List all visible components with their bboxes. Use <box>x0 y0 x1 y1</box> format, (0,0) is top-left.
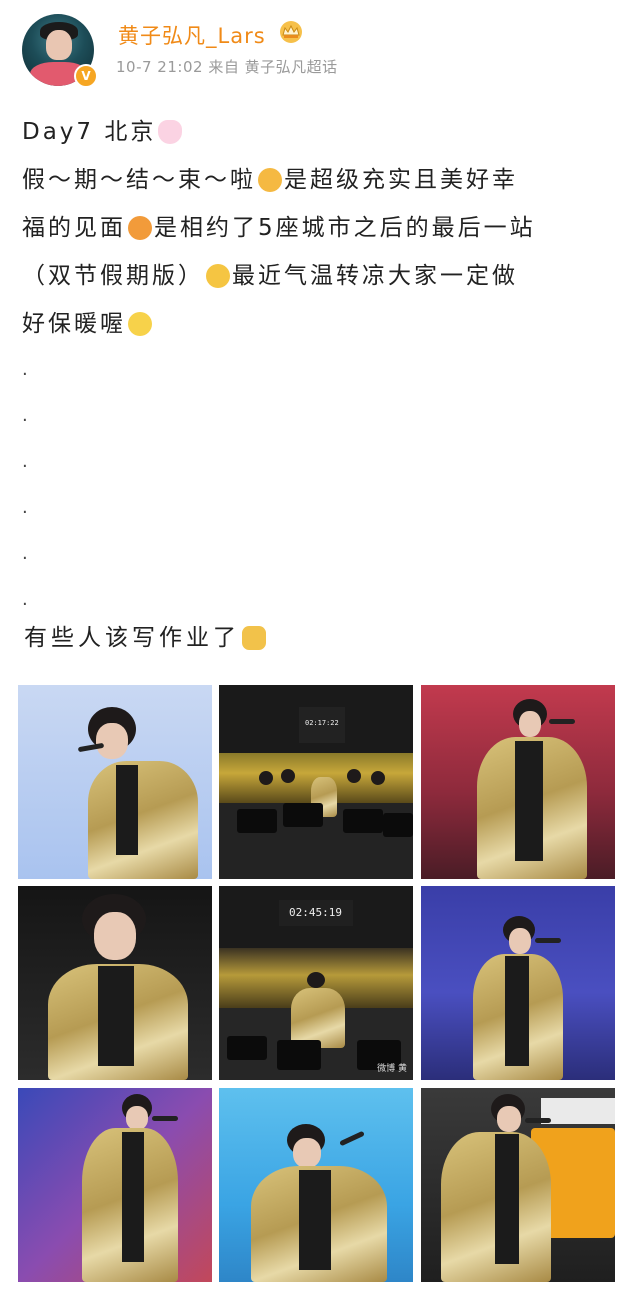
photo-figure-face <box>509 928 531 954</box>
stage-speaker <box>283 803 323 827</box>
photo-grid: 02:17:22 02:45:19 微博 黄 <box>18 685 615 1285</box>
post-line-5-text: 好保暖喔 <box>22 311 126 337</box>
stage-speaker <box>383 813 413 837</box>
photo-figure-face <box>96 723 128 759</box>
photo-watermark: 微博 黄 <box>377 1064 407 1074</box>
photo-figure-face <box>497 1106 521 1132</box>
homework-text: 有些人该写作业了 <box>24 625 240 651</box>
post-line-1: Day7 北京 <box>22 108 612 156</box>
photo-figure-coat <box>88 761 198 879</box>
post-timestamp: 10-7 21:02 <box>116 58 204 76</box>
homework-line: 有些人该写作业了 <box>24 618 268 652</box>
post-line-4: （双节假期版） 最近气温转凉大家一定做 <box>22 252 612 300</box>
bunny-emoji-icon <box>158 120 183 144</box>
microphone-icon <box>535 938 561 943</box>
post-line-3: 福的见面 是相约了5座城市之后的最后一站 <box>22 204 612 252</box>
source-prefix: 来自 <box>208 58 240 76</box>
microphone-icon <box>339 1130 365 1147</box>
post-line-3b-text: 是相约了5座城市之后的最后一站 <box>154 215 536 241</box>
photo-figure-face <box>519 711 541 737</box>
post-line-4b-text: 最近气温转凉大家一定做 <box>232 263 518 289</box>
author-name[interactable]: 黄子弘凡_Lars <box>118 20 266 50</box>
dot-line: . <box>22 543 28 564</box>
photo-figure-coat <box>291 988 345 1048</box>
dot-lines: . . . . . . <box>22 360 28 636</box>
photo-figure-face <box>94 912 136 960</box>
post-line-2: 假～期～结～束～啦 是超级充实且美好幸 <box>22 156 612 204</box>
photo-5[interactable]: 02:45:19 微博 黄 <box>219 886 413 1080</box>
post-line-2b-text: 是超级充实且美好幸 <box>284 167 518 193</box>
source-link[interactable]: 黄子弘凡超话 <box>245 58 338 76</box>
post-header: V 黄子弘凡_Lars 10-7 21:02 来自 黄子弘凡超话 <box>20 12 620 92</box>
photo-4[interactable] <box>18 886 212 1080</box>
post-meta: 10-7 21:02 来自 黄子弘凡超话 <box>116 56 338 77</box>
post-line-2a-text: 假～期～结～束～啦 <box>22 167 256 193</box>
hammer-emoji-icon <box>242 626 266 650</box>
crown-icon <box>280 21 302 43</box>
dot-line: . <box>22 497 28 518</box>
microphone-icon <box>152 1116 178 1121</box>
heart-eyes-emoji-icon <box>128 216 152 240</box>
photo-7[interactable] <box>18 1088 212 1282</box>
post-line-3a-text: 福的见面 <box>22 215 126 241</box>
group-heads <box>371 771 385 785</box>
photo-1[interactable] <box>18 685 212 879</box>
stage-timer: 02:45:19 <box>289 906 342 919</box>
photo-figure-face <box>293 1138 321 1168</box>
verified-badge-icon: V <box>74 64 98 88</box>
stage-speaker <box>343 809 383 833</box>
group-heads <box>347 769 361 783</box>
stage-speaker <box>227 1036 267 1060</box>
dot-line: . <box>22 359 28 380</box>
post-text: Day7 北京 假～期～结～束～啦 是超级充实且美好幸 福的见面 是相约了5座城市之… <box>22 108 612 348</box>
post-line-5: 好保暖喔 <box>22 300 612 348</box>
avatar-face <box>46 30 72 60</box>
group-heads <box>281 769 295 783</box>
group-heads <box>259 771 273 785</box>
photo-figure-shirt <box>299 1170 331 1270</box>
photo-figure-shirt <box>495 1134 519 1264</box>
dot-line: . <box>22 451 28 472</box>
dot-line: . <box>22 405 28 426</box>
photo-figure-shirt <box>116 765 138 855</box>
photo-figure-face <box>126 1106 148 1130</box>
stage-speaker <box>277 1040 321 1070</box>
photo-2[interactable]: 02:17:22 <box>219 685 413 879</box>
crying-emoji-icon <box>258 168 282 192</box>
photo-figure-shirt <box>505 956 529 1066</box>
photo-3[interactable] <box>421 685 615 879</box>
backdrop-panel <box>541 1098 615 1124</box>
photo-9[interactable] <box>421 1088 615 1282</box>
microphone-icon <box>549 719 575 724</box>
photo-figure-shirt <box>98 966 134 1066</box>
stage-speaker <box>237 809 277 833</box>
photo-figure-head <box>307 972 325 988</box>
microphone-icon <box>525 1118 551 1123</box>
post-line-1-text: Day7 北京 <box>22 119 157 145</box>
photo-figure-shirt <box>515 741 543 861</box>
photo-8[interactable] <box>219 1088 413 1282</box>
stage-timer: 02:17:22 <box>305 719 339 727</box>
sweat-emoji-icon <box>206 264 230 288</box>
photo-6[interactable] <box>421 886 615 1080</box>
sun-smile-emoji-icon <box>128 312 152 336</box>
post-line-4a-text: （双节假期版） <box>22 263 204 289</box>
photo-figure-shirt <box>122 1132 144 1262</box>
